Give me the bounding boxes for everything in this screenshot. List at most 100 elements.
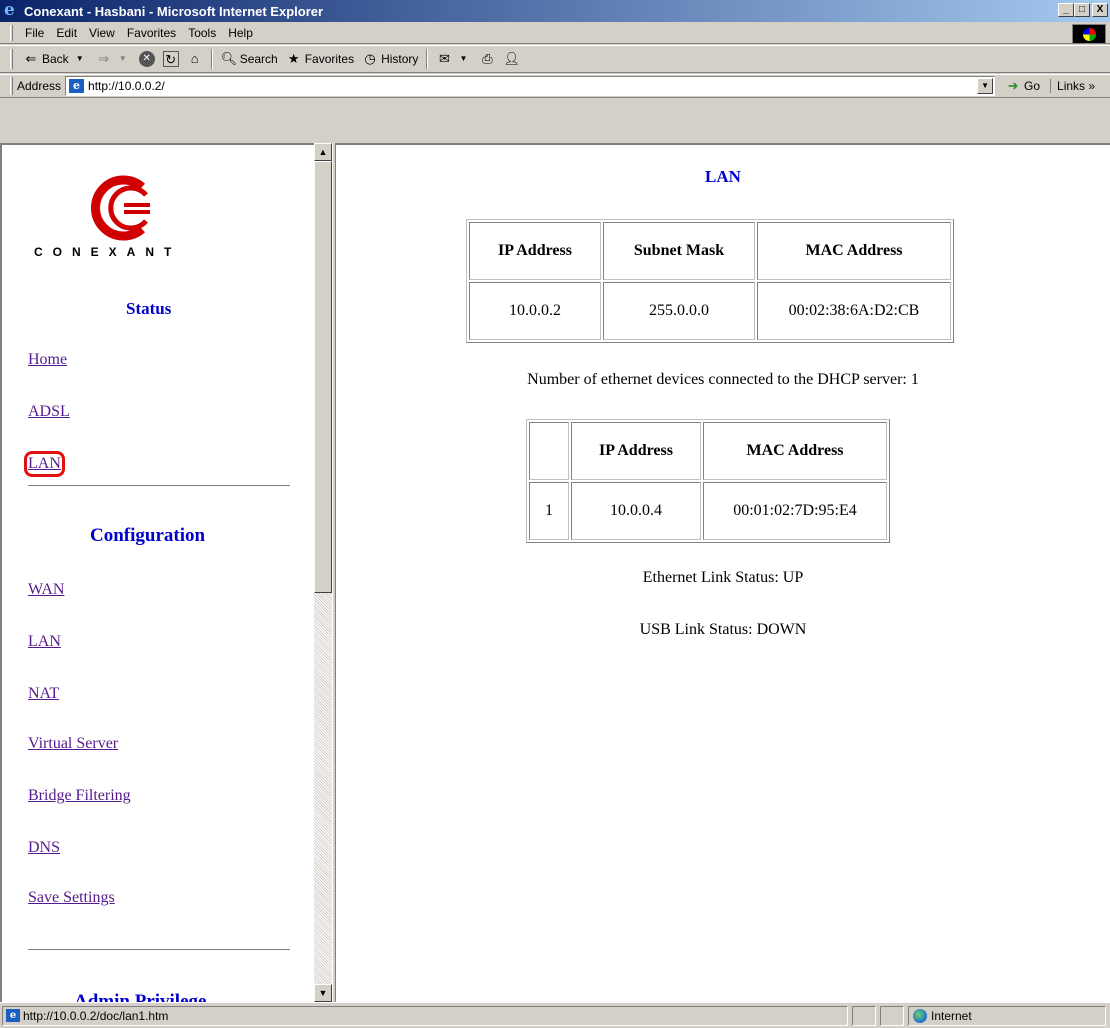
print-button[interactable]: ⎙ <box>475 51 499 67</box>
configuration-section-title: Configuration <box>90 525 206 546</box>
menu-help[interactable]: Help <box>222 26 259 40</box>
refresh-button[interactable]: ↻ <box>159 51 183 67</box>
table-header: MAC Address <box>757 222 951 280</box>
go-label: Go <box>1024 79 1041 93</box>
refresh-icon: ↻ <box>162 51 179 67</box>
ie-app-icon[interactable] <box>4 0 20 20</box>
sidebar-link-save-settings[interactable]: Save Settings <box>28 889 115 907</box>
table-row: 10.0.0.2 255.0.0.0 00:02:38:6A:D2:CB <box>469 282 951 340</box>
status-text-panel: e http://10.0.0.2/doc/lan1.htm <box>2 1006 848 1026</box>
mail-button[interactable]: ✉ ▼ <box>432 51 475 67</box>
menu-view[interactable]: View <box>83 26 121 40</box>
window-title: Conexant - Hasbani - Microsoft Internet … <box>24 3 324 19</box>
scroll-down-icon[interactable]: ▼ <box>314 984 332 1002</box>
page-icon: e <box>6 1009 20 1022</box>
address-grip <box>10 77 13 95</box>
menu-file[interactable]: File <box>19 26 50 40</box>
table-header: IP Address <box>571 422 701 480</box>
menu-grip <box>10 24 13 41</box>
toolbar-separator <box>210 49 213 69</box>
search-button[interactable]: 🔍︎ Search <box>217 51 282 67</box>
favorites-label: Favorites <box>304 52 355 66</box>
address-label: Address <box>17 79 62 93</box>
status-progress-cell <box>852 1006 876 1026</box>
table-cell: 255.0.0.0 <box>603 282 755 340</box>
sidebar-link-nat[interactable]: NAT <box>28 685 59 703</box>
minimize-button[interactable]: _ <box>1058 3 1074 17</box>
page-title: LAN <box>705 167 741 186</box>
messenger-icon: 👤︎ <box>503 51 520 66</box>
back-arrow-icon: ⇐ <box>25 51 37 66</box>
status-security-cell <box>880 1006 904 1026</box>
menu-edit[interactable]: Edit <box>50 26 83 40</box>
stop-icon: ✕ <box>138 51 155 67</box>
go-arrow-icon: ➜ <box>1007 78 1019 93</box>
close-button[interactable]: X <box>1092 3 1108 17</box>
sidebar-link-lan-status[interactable]: LAN <box>24 451 65 477</box>
links-button[interactable]: Links » <box>1050 79 1095 93</box>
table-cell: 1 <box>529 482 569 540</box>
menu-tools[interactable]: Tools <box>182 26 222 40</box>
table-header-row: IP Address MAC Address <box>529 422 887 480</box>
back-button[interactable]: ⇐ Back ▼ <box>19 51 92 67</box>
address-input[interactable]: e http://10.0.0.2/ ▼ <box>65 76 996 96</box>
forward-button[interactable]: ⇒ ▼ <box>92 51 135 67</box>
back-dropdown-icon[interactable]: ▼ <box>72 51 88 67</box>
home-button[interactable]: ⌂ <box>183 51 207 67</box>
ethernet-link-status: Ethernet Link Status: UP <box>642 569 804 586</box>
sidebar-frame: CONEXANT Status Home ADSL LAN Configurat… <box>0 143 314 1002</box>
favorites-icon: ★ <box>287 51 300 66</box>
table-header: Subnet Mask <box>603 222 755 280</box>
home-icon: ⌂ <box>190 51 199 66</box>
table-header: IP Address <box>469 222 601 280</box>
address-bar: Address e http://10.0.0.2/ ▼ ➜ Go Links … <box>0 74 1110 98</box>
main-content-frame: LAN IP Address Subnet Mask MAC Address 1… <box>336 143 1110 1002</box>
history-icon: ◷ <box>364 51 376 66</box>
table-cell: 10.0.0.2 <box>469 282 601 340</box>
lan-info-table: IP Address Subnet Mask MAC Address 10.0.… <box>466 219 954 343</box>
conexant-logo-icon <box>90 175 150 241</box>
search-icon: 🔍︎ <box>220 51 238 66</box>
favorites-button[interactable]: ★ Favorites <box>282 51 358 67</box>
search-label: Search <box>239 52 278 66</box>
security-zone-label: Internet <box>931 1009 972 1023</box>
forward-arrow-icon: ⇒ <box>98 51 110 66</box>
forward-dropdown-icon[interactable]: ▼ <box>115 51 131 67</box>
history-label: History <box>381 52 419 66</box>
table-cell: 00:02:38:6A:D2:CB <box>757 282 951 340</box>
sidebar-link-dns[interactable]: DNS <box>28 839 60 857</box>
sidebar-scrollbar[interactable]: ▲ ▼ <box>314 143 332 1002</box>
table-cell: 00:01:02:7D:95:E4 <box>703 482 887 540</box>
table-header <box>529 422 569 480</box>
sidebar-link-bridge-filtering[interactable]: Bridge Filtering <box>28 787 131 805</box>
address-dropdown-icon[interactable]: ▼ <box>977 78 994 94</box>
messenger-button[interactable]: 👤︎ <box>499 51 523 67</box>
table-row: 1 10.0.0.4 00:01:02:7D:95:E4 <box>529 482 887 540</box>
menu-bar: File Edit View Favorites Tools Help <box>0 22 1110 44</box>
stop-button[interactable]: ✕ <box>135 51 159 67</box>
status-section-title: Status <box>126 299 172 318</box>
go-button[interactable]: ➜ Go <box>1005 78 1040 94</box>
sidebar-link-home[interactable]: Home <box>28 351 67 369</box>
mail-dropdown-icon[interactable]: ▼ <box>455 51 471 67</box>
toolbar-grip <box>10 49 13 69</box>
dhcp-clients-table: IP Address MAC Address 1 10.0.0.4 00:01:… <box>526 419 890 543</box>
standard-toolbar: ⇐ Back ▼ ⇒ ▼ ✕ ↻ ⌂ 🔍︎ Search ★ Favorites… <box>0 45 1110 73</box>
sidebar-link-wan[interactable]: WAN <box>28 581 64 599</box>
page-icon: e <box>69 79 85 93</box>
maximize-button[interactable]: □ <box>1074 3 1090 17</box>
table-cell: 10.0.0.4 <box>571 482 701 540</box>
menu-favorites[interactable]: Favorites <box>121 26 182 40</box>
title-bar: Conexant - Hasbani - Microsoft Internet … <box>0 0 1110 22</box>
mail-icon: ✉ <box>438 51 450 66</box>
toolbar-separator <box>426 49 429 69</box>
scroll-up-icon[interactable]: ▲ <box>314 143 332 161</box>
sidebar-link-virtual-server[interactable]: Virtual Server <box>28 735 118 753</box>
internet-zone-globe-icon <box>913 1009 927 1023</box>
scroll-thumb[interactable] <box>314 161 332 593</box>
history-button[interactable]: ◷ History <box>358 51 422 67</box>
sidebar-link-adsl[interactable]: ADSL <box>28 403 70 421</box>
sidebar-link-lan-config[interactable]: LAN <box>28 633 61 651</box>
dhcp-device-count: Number of ethernet devices connected to … <box>527 371 919 388</box>
sidebar-divider <box>28 949 290 951</box>
